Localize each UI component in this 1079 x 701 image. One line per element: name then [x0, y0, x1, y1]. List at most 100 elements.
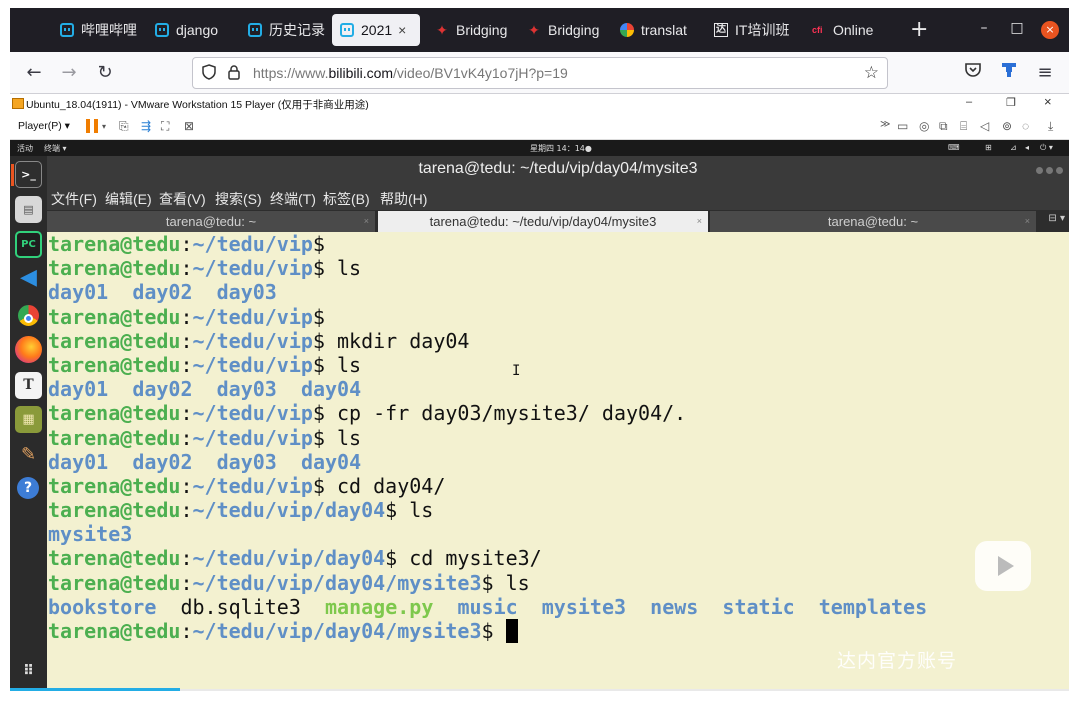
pocket-icon[interactable]: [961, 61, 985, 85]
vmware-player-menu[interactable]: Player(P) ▾: [18, 120, 70, 132]
vmware-restore-button[interactable]: ❐: [1006, 96, 1016, 109]
terminal-menu-item[interactable]: 文件(F): [51, 189, 97, 209]
vmware-minimize-button[interactable]: –: [966, 96, 972, 108]
prompt-user: tarena@tedu: [48, 546, 181, 571]
file-manager-icon[interactable]: ▤: [15, 196, 42, 223]
sound-card-icon[interactable]: ◁: [980, 119, 989, 133]
dictionary-icon[interactable]: ▦: [15, 406, 42, 433]
back-button[interactable]: ←: [22, 61, 46, 85]
download-icon[interactable]: ⤓: [1048, 119, 1053, 134]
terminal-maximize-icon[interactable]: [1046, 167, 1053, 174]
tab-close-icon[interactable]: ×: [398, 22, 406, 38]
lock-icon[interactable]: [226, 64, 242, 84]
pycharm-icon[interactable]: PC: [15, 231, 42, 258]
terminal-tab[interactable]: tarena@tedu: ~ ×: [710, 211, 1036, 232]
terminal-tabs-menu-icon[interactable]: ⊟ ▾: [1048, 213, 1065, 224]
ls-entry: templates: [818, 594, 928, 619]
power-icon[interactable]: ⏻ ▾: [1040, 143, 1053, 153]
text-editor-icon[interactable]: T: [15, 372, 42, 399]
browser-tab[interactable]: 哔哩哔哩: [58, 14, 138, 46]
device-expand-icon[interactable]: ≫: [880, 119, 890, 130]
chrome-icon[interactable]: [15, 302, 42, 329]
usb-device-icon[interactable]: ⌸: [960, 119, 967, 134]
tracking-shield-icon[interactable]: [201, 64, 217, 84]
browser-tab[interactable]: django: [153, 14, 233, 46]
terminal-lines: tarena@tedu:~/tedu/vip$ tarena@tedu:~/ted…: [47, 232, 1069, 643]
reload-button[interactable]: ↻: [93, 61, 117, 85]
hard-disk-icon[interactable]: ▭: [897, 119, 908, 133]
firefox-icon[interactable]: [15, 336, 42, 363]
unity-mode-icon[interactable]: ⊠: [184, 119, 194, 133]
terminal-menu-item[interactable]: 标签(B): [323, 189, 370, 209]
terminal-tab-close-icon[interactable]: ×: [364, 211, 369, 232]
forward-button[interactable]: →: [57, 61, 81, 85]
network-icon[interactable]: ⊿: [1010, 143, 1017, 152]
window-close-button[interactable]: ×: [1041, 21, 1059, 39]
terminal-line: day01 day02 day03 day04: [47, 377, 1069, 401]
fullscreen-icon[interactable]: ⛶: [161, 119, 169, 134]
pause-dropdown-icon[interactable]: ▾: [102, 122, 106, 131]
maple-leaf-icon: ✦: [436, 22, 448, 38]
window-minimize-button[interactable]: –: [974, 20, 994, 36]
terminal-tab[interactable]: tarena@tedu: ~ ×: [47, 211, 375, 232]
play-icon[interactable]: [975, 541, 1031, 591]
terminal-tab-label: tarena@tedu: ~: [827, 214, 919, 229]
terminal-line: mysite3: [47, 522, 1069, 546]
extension-icon[interactable]: [997, 61, 1021, 85]
bookmark-star-icon[interactable]: ☆: [864, 63, 879, 83]
browser-tab[interactable]: 2021 ×: [332, 14, 420, 46]
network-adapter-icon[interactable]: ⧉: [939, 119, 948, 134]
active-app-indicator: [11, 164, 14, 186]
menu-hamburger-icon[interactable]: ≡: [1033, 61, 1057, 85]
terminal-title: tarena@tedu: ~/tedu/vip/day04/mysite3: [418, 160, 698, 177]
terminal-menu-item[interactable]: 帮助(H): [380, 189, 427, 209]
terminal-tab-close-icon[interactable]: ×: [1025, 211, 1030, 232]
browser-tab[interactable]: 历史记录: [246, 14, 328, 46]
watermark: 达内官方账号: [837, 650, 958, 672]
input-method-icon[interactable]: ⌨: [948, 143, 960, 152]
browser-tab[interactable]: cfi Online: [810, 14, 890, 46]
terminal-line: tarena@tedu:~/tedu/vip$ ls: [48, 425, 362, 450]
prompt-path: ~/tedu/vip: [192, 232, 313, 256]
terminal-tab[interactable]: tarena@tedu: ~/tedu/vip/day04/mysite3 ×: [378, 211, 708, 232]
vscode-icon[interactable]: ◀: [15, 264, 42, 291]
volume-icon[interactable]: ◂: [1025, 143, 1029, 152]
vmware-close-button[interactable]: ×: [1044, 94, 1052, 109]
show-applications-icon[interactable]: ⠿: [15, 658, 42, 685]
ls-entry: day04: [300, 377, 362, 402]
browser-tab-strip: 哔哩哔哩 django 历史记录 2021 × ✦ Bridging ✦ Bridging tra…: [10, 8, 1069, 52]
display-icon[interactable]: ◌: [1022, 119, 1029, 133]
terminal-menu-item[interactable]: 搜索(S): [215, 189, 262, 209]
tarena-icon: 达: [714, 23, 728, 37]
removable-devices-icon[interactable]: ⇶: [141, 119, 151, 133]
address-bar[interactable]: https://www.bilibili.com/video/BV1vK4y1o…: [192, 57, 888, 89]
tools-icon[interactable]: ✎: [15, 441, 42, 468]
apps-grid-tray-icon[interactable]: ⊞: [985, 143, 992, 152]
terminal-tab-close-icon[interactable]: ×: [697, 211, 702, 232]
terminal-icon[interactable]: >_: [15, 161, 42, 188]
terminal-menu-item[interactable]: 终端(T): [270, 189, 316, 209]
browser-tab[interactable]: translat: [618, 14, 700, 46]
activities-button[interactable]: 活动: [17, 143, 33, 154]
browser-tab[interactable]: ✦ Bridging: [525, 14, 607, 46]
terminal-minimize-icon[interactable]: [1036, 167, 1043, 174]
cd-drive-icon[interactable]: ◎: [919, 119, 929, 133]
ubuntu-top-bar: 活动 终端 ▾ 星期四 14：14● ⌨ ⊞ ⊿ ◂ ⏻ ▾: [10, 140, 1069, 156]
terminal-menu-item[interactable]: 编辑(E): [105, 189, 152, 209]
app-menu[interactable]: 终端 ▾: [44, 143, 67, 154]
prompt-user: tarena@tedu: [48, 619, 181, 643]
terminal-output[interactable]: tarena@tedu:~/tedu/vip$ tarena@tedu:~/ted…: [47, 232, 1069, 689]
printer-icon[interactable]: ⊚: [1002, 119, 1012, 133]
google-icon: [620, 23, 634, 37]
terminal-close-icon[interactable]: [1056, 167, 1063, 174]
browser-tab[interactable]: 达 IT培训班: [712, 14, 800, 46]
help-icon[interactable]: ?: [17, 477, 39, 499]
url-text: https://www.bilibili.com/video/BV1vK4y1o…: [253, 65, 568, 81]
clock[interactable]: 星期四 14：14●: [530, 143, 592, 154]
terminal-menu-item[interactable]: 查看(V): [159, 189, 206, 209]
window-maximize-button[interactable]: □: [1007, 20, 1027, 36]
send-ctrl-alt-del-icon[interactable]: ⎘: [119, 119, 129, 134]
new-tab-button[interactable]: +: [910, 16, 928, 44]
browser-tab[interactable]: ✦ Bridging: [433, 14, 515, 46]
pause-icon[interactable]: [86, 119, 98, 133]
